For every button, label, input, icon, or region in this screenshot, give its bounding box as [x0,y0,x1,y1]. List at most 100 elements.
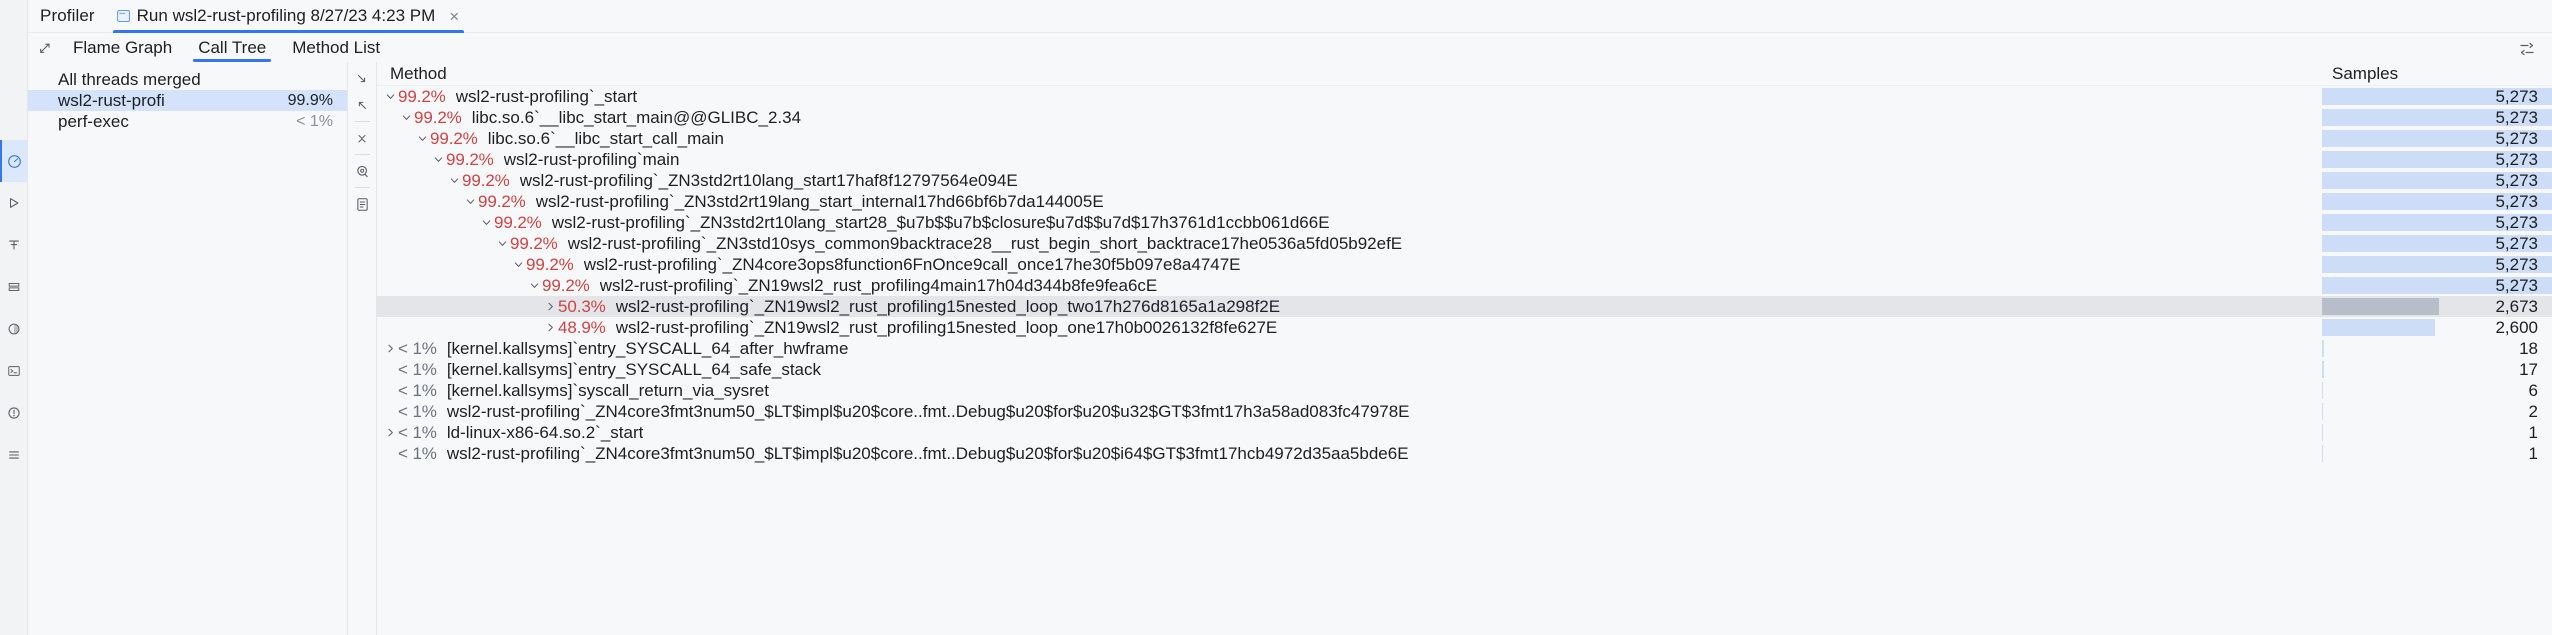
tree-column-headers: Method Samples [377,62,2552,86]
column-header-samples[interactable]: Samples [2322,64,2552,84]
chevron-down-icon[interactable] [399,107,414,128]
expand-all-button[interactable] [348,66,377,92]
profiler-icon [8,154,21,168]
rail-run-button[interactable] [0,182,28,224]
call-tree-row[interactable]: 99.2% wsl2-rust-profiling`_ZN3std2rt10lan… [377,212,2552,233]
call-tree-row-percent: 99.2% [478,191,526,211]
call-tree-row-samples-cell: 5,273 [2322,212,2552,233]
call-tree-row[interactable]: 99.2% wsl2-rust-profiling`main 5,273 [377,149,2552,170]
call-tree-row[interactable]: 99.2% wsl2-rust-profiling`_ZN3std10sys_co… [377,233,2552,254]
call-tree-row-samples-cell: 1 [2322,443,2552,464]
call-tree-row-method-cell: 50.3% wsl2-rust-profiling`_ZN19wsl2_rust_… [377,296,2322,317]
build-icon [8,283,19,291]
collapse-all-button[interactable] [348,92,377,118]
call-tree-row-samples-cell: 2,673 [2322,296,2552,317]
call-tree-row[interactable]: < 1% [kernel.kallsyms]`syscall_return_via… [377,380,2552,401]
todo-icon [8,451,19,459]
rail-todo-button[interactable] [0,434,28,476]
call-tree-row-percent: 48.9% [558,317,606,337]
profiler-window: Profiler Run wsl2-rust-profiling 8/27/23… [0,0,2552,635]
column-header-method[interactable]: Method [377,64,2322,84]
call-tree-row-percent: 50.3% [558,296,606,316]
chevron-down-icon[interactable] [495,233,510,254]
call-tree-row[interactable]: < 1% wsl2-rust-profiling`_ZN4core3fmt3num… [377,401,2552,422]
thread-row[interactable]: perf-exec < 1% [28,111,347,132]
call-tree-row[interactable]: 48.9% wsl2-rust-profiling`_ZN19wsl2_rust_… [377,317,2552,338]
call-tree-row-samples-cell: 5,273 [2322,149,2552,170]
chevron-down-icon[interactable] [527,275,542,296]
rail-profiler-button[interactable] [0,140,28,182]
chevron-right-icon[interactable] [543,317,558,338]
expand-arrow-icon [40,43,50,53]
chevron-right-icon[interactable] [383,338,398,359]
call-tree-row[interactable]: 99.2% libc.so.6`__libc_start_call_main 5,2… [377,128,2552,149]
call-tree-row-method-name: [kernel.kallsyms]`entry_SYSCALL_64_safe_… [446,359,822,379]
call-tree-row-method-cell: 99.2% wsl2-rust-profiling`_ZN3std2rt19lan… [377,191,2322,212]
tab-method-list[interactable]: Method List [279,33,393,62]
samples-bar [2322,424,2323,441]
call-tree-row-samples-cell: 1 [2322,422,2552,443]
call-tree-row[interactable]: < 1% ld-linux-x86-64.so.2`_start 1 [377,422,2552,443]
samples-bar [2322,445,2323,462]
call-tree-row[interactable]: < 1% [kernel.kallsyms]`entry_SYSCALL_64_a… [377,338,2552,359]
thread-row[interactable]: All threads merged [28,69,347,90]
chevron-down-icon[interactable] [447,170,462,191]
chevron-down-icon[interactable] [431,149,446,170]
call-tree-row-method-name: wsl2-rust-profiling`_ZN4core3fmt3num50_$… [446,443,1409,463]
show-details-button[interactable] [348,191,377,217]
call-tree-row-method-name: [kernel.kallsyms]`entry_SYSCALL_64_after… [446,338,849,358]
call-tree-row-method-name: wsl2-rust-profiling`_ZN3std2rt10lang_sta… [519,170,1018,190]
thread-percent: 99.9% [287,91,333,109]
call-tree-row-method-cell: 99.2% wsl2-rust-profiling`_ZN3std2rt10lan… [377,212,2322,233]
call-tree-row-samples-cell: 5,273 [2322,128,2552,149]
tab-method-list-label: Method List [292,37,381,57]
expand-collapse-node-button[interactable] [348,125,377,151]
run-session-tab-label: Run wsl2-rust-profiling 8/27/23 4:23 PM [136,6,436,25]
sort-button[interactable] [2516,38,2538,60]
call-tree-row[interactable]: < 1% [kernel.kallsyms]`entry_SYSCALL_64_s… [377,359,2552,380]
call-tree-row-percent: 99.2% [462,170,510,190]
samples-value: 5,273 [2495,86,2538,106]
rail-terminal-button[interactable] [0,350,28,392]
call-tree-rows: 99.2% wsl2-rust-profiling`_start 5,273 99.2… [377,86,2552,464]
call-tree-row[interactable]: 99.2% wsl2-rust-profiling`_ZN4core3ops8fu… [377,254,2552,275]
show-details-icon [356,197,368,211]
tab-call-tree[interactable]: Call Tree [185,33,279,62]
open-in-new-window-button[interactable] [30,33,60,62]
rail-problems-button[interactable] [0,392,28,434]
samples-bar [2322,319,2435,336]
samples-value: 1 [2528,422,2538,442]
call-tree-row-percent: < 1% [398,422,437,442]
call-tree-row[interactable]: < 1% wsl2-rust-profiling`_ZN4core3fmt3num… [377,443,2552,464]
rail-build-button[interactable] [0,266,28,308]
call-tree-row[interactable]: 99.2% libc.so.6`__libc_start_main@@GLIBC_… [377,107,2552,128]
profiler-header: Profiler Run wsl2-rust-profiling 8/27/23… [28,0,2552,33]
terminal-icon [7,366,20,376]
chevron-down-icon[interactable] [415,128,430,149]
chevron-down-icon[interactable] [511,254,526,275]
chevron-down-icon[interactable] [479,212,494,233]
chevron-right-icon[interactable] [543,296,558,317]
chevron-down-icon[interactable] [463,191,478,212]
focus-on-node-button[interactable] [348,158,377,184]
call-tree-row[interactable]: 99.2% wsl2-rust-profiling`_ZN3std2rt19lan… [377,191,2552,212]
call-tree-row-percent: < 1% [398,380,437,400]
samples-value: 5,273 [2495,149,2538,169]
run-config-icon [116,10,130,22]
call-tree-row[interactable]: 99.2% wsl2-rust-profiling`_ZN3std2rt10lan… [377,170,2552,191]
chevron-down-icon[interactable] [383,86,398,107]
samples-value: 2 [2528,401,2538,421]
chevron-right-icon[interactable] [383,422,398,443]
call-tree-row[interactable]: 99.2% wsl2-rust-profiling`_ZN19wsl2_rust_… [377,275,2552,296]
threads-panel: All threads merged wsl2-rust-profi 99.9% pe… [28,62,348,635]
run-session-tab[interactable]: Run wsl2-rust-profiling 8/27/23 4:23 PM … [107,0,471,33]
tab-flame-graph[interactable]: Flame Graph [60,33,185,62]
rail-structure-button[interactable] [0,224,28,266]
view-tabs: Flame Graph Call Tree Method List [28,33,2552,62]
thread-row[interactable]: wsl2-rust-profi 99.9% [28,90,347,111]
close-icon[interactable]: × [447,8,461,25]
rail-coverage-button[interactable] [0,308,28,350]
call-tree-row-samples-cell: 5,273 [2322,233,2552,254]
call-tree-row[interactable]: 50.3% wsl2-rust-profiling`_ZN19wsl2_rust_… [377,296,2552,317]
call-tree-row[interactable]: 99.2% wsl2-rust-profiling`_start 5,273 [377,86,2552,107]
